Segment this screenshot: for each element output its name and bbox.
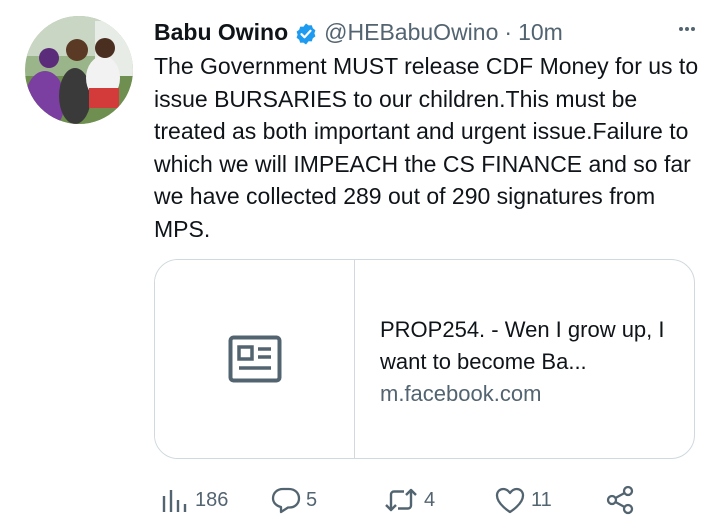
tweet-action-bar: 186 5 4 11: [0, 483, 720, 517]
article-icon: [228, 335, 281, 383]
views-button[interactable]: 186: [160, 483, 228, 517]
heart-icon: [495, 487, 525, 514]
link-preview-card[interactable]: PROP254. - Wen I grow up, I want to beco…: [154, 259, 695, 459]
reply-icon: [271, 487, 301, 514]
tweet-text: The Government MUST release CDF Money fo…: [154, 53, 699, 242]
author-display-name[interactable]: Babu Owino: [154, 14, 288, 50]
link-card-thumbnail: [155, 260, 355, 458]
views-count: 186: [195, 488, 229, 511]
link-card-domain: m.facebook.com: [380, 381, 542, 406]
share-icon: [606, 485, 634, 515]
author-handle[interactable]: @HEBabuOwino: [324, 14, 498, 50]
link-card-title: PROP254. - Wen I grow up, I want to beco…: [380, 317, 665, 374]
retweet-count: 4: [424, 488, 436, 511]
tweet-timestamp[interactable]: 10m: [518, 14, 563, 50]
share-button[interactable]: [605, 483, 640, 517]
separator-dot: ·: [504, 19, 513, 45]
reply-button[interactable]: 5: [271, 483, 317, 517]
retweet-button[interactable]: 4: [383, 483, 435, 517]
reply-count: 5: [306, 488, 318, 511]
like-button[interactable]: 11: [494, 483, 552, 517]
tweet-header: Babu Owino @HEBabuOwino · 10m: [154, 14, 563, 50]
avatar-photo: [25, 16, 133, 124]
like-count: 11: [531, 488, 552, 511]
verified-badge-icon: [294, 20, 318, 45]
retweet-icon: [385, 488, 417, 512]
avatar[interactable]: [25, 16, 133, 124]
analytics-icon: [162, 490, 187, 512]
more-options-icon[interactable]: [673, 18, 701, 40]
link-card-body: PROP254. - Wen I grow up, I want to beco…: [355, 260, 694, 458]
